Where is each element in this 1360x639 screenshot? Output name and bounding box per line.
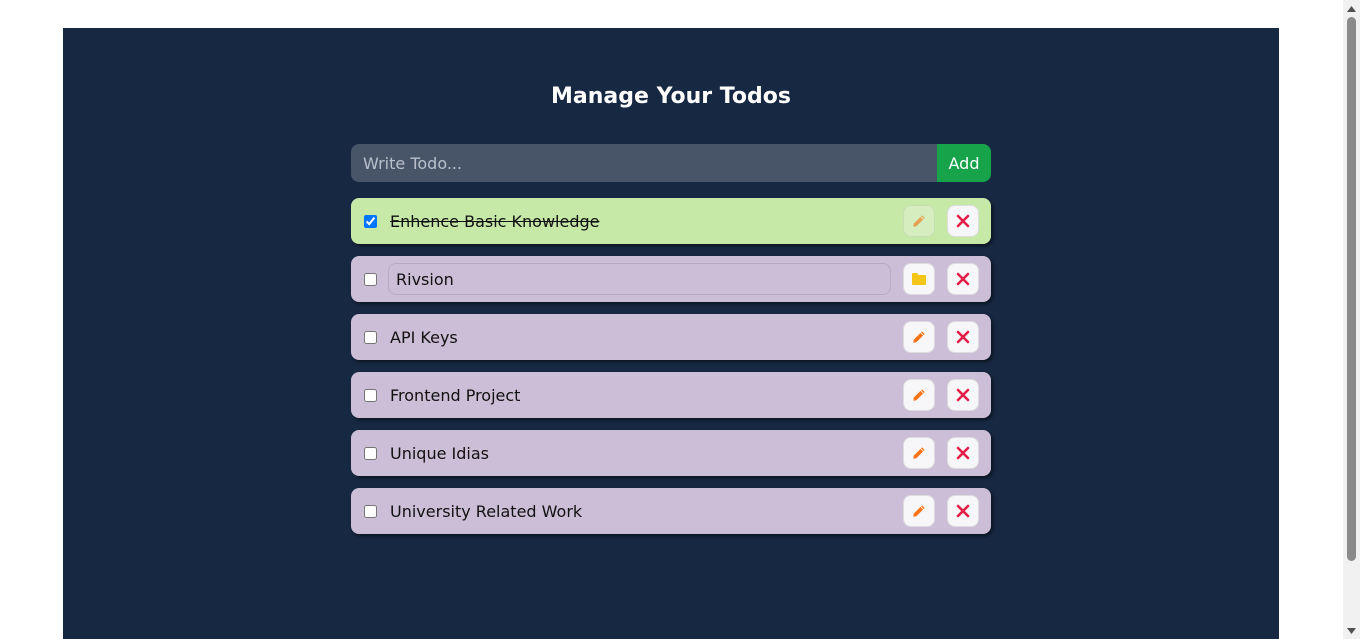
browser-viewport: Manage Your Todos Add — [0, 0, 1360, 639]
todo-item — [351, 372, 991, 418]
todo-checkbox[interactable] — [364, 504, 377, 518]
todo-item — [351, 488, 991, 534]
delete-button[interactable] — [947, 495, 979, 527]
todo-item — [351, 256, 991, 302]
close-icon — [954, 328, 972, 346]
todo-list — [351, 198, 991, 546]
scrollbar[interactable] — [1343, 0, 1360, 639]
todo-input[interactable] — [351, 144, 937, 182]
close-icon — [954, 502, 972, 520]
todo-checkbox[interactable] — [364, 330, 377, 344]
todo-text[interactable] — [388, 263, 891, 295]
edit-button[interactable] — [903, 321, 935, 353]
close-icon — [954, 444, 972, 462]
folder-icon — [910, 270, 928, 288]
edit-button[interactable] — [903, 495, 935, 527]
delete-button[interactable] — [947, 321, 979, 353]
todo-text — [389, 495, 891, 527]
close-icon — [954, 212, 972, 230]
todo-item — [351, 314, 991, 360]
scroll-down-arrow-icon[interactable] — [1343, 622, 1360, 639]
edit-button[interactable] — [903, 437, 935, 469]
todo-item — [351, 198, 991, 244]
delete-button[interactable] — [947, 205, 979, 237]
delete-button[interactable] — [947, 437, 979, 469]
close-icon — [954, 270, 972, 288]
todo-text — [389, 437, 891, 469]
pencil-icon — [910, 328, 928, 346]
scroll-up-arrow-icon[interactable] — [1343, 0, 1360, 17]
todo-checkbox[interactable] — [364, 214, 377, 228]
pencil-icon — [910, 212, 928, 230]
app-panel: Manage Your Todos Add — [63, 28, 1279, 639]
edit-button — [903, 205, 935, 237]
scrollbar-thumb[interactable] — [1347, 17, 1356, 561]
todo-text — [389, 379, 891, 411]
add-button[interactable]: Add — [937, 144, 991, 182]
pencil-icon — [910, 386, 928, 404]
todo-checkbox[interactable] — [364, 272, 377, 286]
pencil-icon — [910, 502, 928, 520]
todo-text — [389, 205, 891, 237]
close-icon — [954, 386, 972, 404]
delete-button[interactable] — [947, 379, 979, 411]
delete-button[interactable] — [947, 263, 979, 295]
save-button[interactable] — [903, 263, 935, 295]
todo-checkbox[interactable] — [364, 446, 377, 460]
todo-text — [389, 321, 891, 353]
todo-checkbox[interactable] — [364, 388, 377, 402]
pencil-icon — [910, 444, 928, 462]
page-title: Manage Your Todos — [551, 84, 791, 109]
todo-item — [351, 430, 991, 476]
todo-form: Add — [351, 144, 991, 182]
edit-button[interactable] — [903, 379, 935, 411]
